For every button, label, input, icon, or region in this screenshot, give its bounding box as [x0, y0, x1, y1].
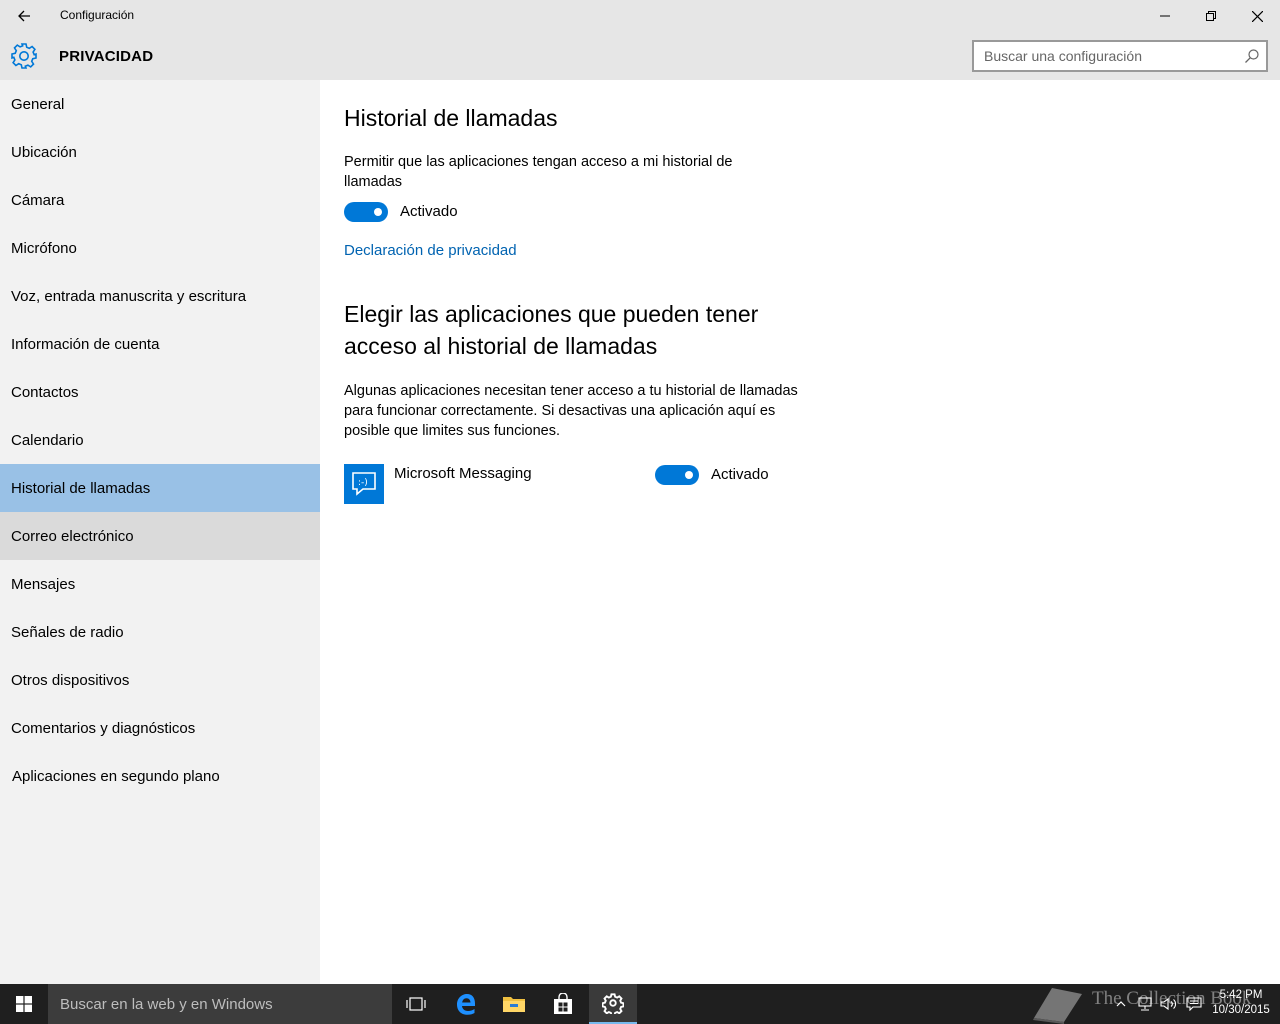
sidebar-item-ubicacion[interactable]: Ubicación	[0, 128, 320, 176]
folder-icon	[503, 997, 525, 1012]
call-history-toggle-label: Activado	[400, 203, 458, 220]
action-center-button[interactable]	[1183, 984, 1205, 1024]
file-explorer-button[interactable]	[490, 984, 538, 1024]
call-history-toggle[interactable]	[344, 202, 388, 222]
sidebar-item-label: Historial de llamadas	[11, 479, 151, 497]
close-button[interactable]	[1234, 0, 1280, 32]
taskbar-clock[interactable]: 5:42 PM 10/30/2015	[1208, 988, 1274, 1018]
restore-icon	[1206, 11, 1216, 21]
clock-date: 10/30/2015	[1212, 1004, 1270, 1016]
app-name: Microsoft Messaging	[394, 465, 532, 482]
sidebar-item-label: Ubicación	[11, 143, 77, 161]
gear-icon	[11, 43, 37, 69]
store-icon	[554, 993, 572, 1014]
sidebar-item-general[interactable]: General	[0, 80, 320, 128]
sidebar-item-informacion-cuenta[interactable]: Información de cuenta	[0, 320, 320, 368]
close-icon	[1251, 10, 1263, 22]
sidebar-item-label: Mensajes	[11, 575, 76, 593]
page-header: PRIVACIDAD	[0, 32, 1280, 80]
privacy-statement-link[interactable]: Declaración de privacidad	[344, 242, 517, 259]
sidebar-item-label: Señales de radio	[11, 623, 124, 641]
network-button[interactable]	[1134, 984, 1156, 1024]
edge-icon	[457, 994, 475, 1015]
sidebar-item-label: General	[11, 95, 65, 113]
taskbar: Buscar en la web y en Windows The Collec…	[0, 984, 1280, 1024]
start-button[interactable]	[0, 984, 48, 1024]
sidebar-item-voz[interactable]: Voz, entrada manuscrita y escritura	[0, 272, 320, 320]
settings-search-box[interactable]	[972, 40, 1268, 72]
taskbar-search-box[interactable]: Buscar en la web y en Windows	[48, 984, 392, 1024]
choose-apps-heading: Elegir las aplicaciones que pueden tener…	[344, 301, 759, 359]
sidebar-item-label: Calendario	[11, 431, 84, 449]
minimize-button[interactable]	[1142, 0, 1188, 32]
settings-gear-icon	[602, 993, 624, 1014]
sidebar-item-label: Otros dispositivos	[11, 671, 130, 689]
sidebar-item-label: Cámara	[11, 191, 65, 209]
settings-search-input[interactable]	[974, 42, 1234, 70]
sidebar-nav: General Ubicación Cámara Micrófono Voz, …	[0, 80, 320, 984]
page-title: Historial de llamadas	[344, 105, 558, 131]
minimize-icon	[1160, 15, 1170, 17]
sidebar-item-mensajes[interactable]: Mensajes	[0, 560, 320, 608]
back-arrow-icon	[18, 10, 30, 22]
volume-button[interactable]	[1158, 984, 1180, 1024]
sidebar-item-label: Aplicaciones en segundo plano	[12, 767, 220, 785]
store-button[interactable]	[539, 984, 587, 1024]
sidebar-item-senales-radio[interactable]: Señales de radio	[0, 608, 320, 656]
sidebar-item-calendario[interactable]: Calendario	[0, 416, 320, 464]
sidebar-item-comentarios[interactable]: Comentarios y diagnósticos	[0, 704, 320, 752]
restore-button[interactable]	[1188, 0, 1234, 32]
task-view-icon	[406, 997, 426, 1011]
network-icon	[1138, 997, 1152, 1011]
microsoft-messaging-toggle-label: Activado	[711, 466, 769, 483]
sidebar-item-label: Micrófono	[11, 239, 77, 257]
choose-apps-description: Algunas aplicaciones necesitan tener acc…	[344, 383, 798, 439]
sidebar-item-microfono[interactable]: Micrófono	[0, 224, 320, 272]
sidebar-item-label: Información de cuenta	[11, 335, 160, 353]
settings-taskbar-button[interactable]	[589, 984, 637, 1024]
search-icon[interactable]	[1244, 48, 1260, 64]
notification-icon	[1186, 997, 1202, 1011]
sidebar-item-historial-llamadas[interactable]: Historial de llamadas	[0, 464, 320, 512]
sidebar-item-label: Correo electrónico	[11, 527, 134, 545]
sidebar-item-camara[interactable]: Cámara	[0, 176, 320, 224]
section-title: PRIVACIDAD	[59, 48, 154, 65]
sidebar-item-segundo-plano[interactable]: Aplicaciones en segundo plano	[0, 752, 320, 800]
back-button[interactable]	[8, 0, 40, 32]
title-bar: Configuración	[0, 0, 1280, 32]
sidebar-item-label: Contactos	[11, 383, 79, 401]
allow-access-description: Permitir que las aplicaciones tengan acc…	[344, 154, 733, 190]
edge-button[interactable]	[442, 984, 490, 1024]
svg-text::-): :-)	[358, 478, 368, 488]
sidebar-item-label: Voz, entrada manuscrita y escritura	[11, 287, 247, 305]
windows-logo-icon	[16, 996, 32, 1012]
clock-time: 5:42 PM	[1219, 989, 1263, 1001]
task-view-button[interactable]	[392, 984, 440, 1024]
chevron-up-icon	[1116, 1001, 1126, 1007]
taskbar-search-text: Buscar en la web y en Windows	[60, 996, 273, 1013]
volume-icon	[1160, 997, 1176, 1011]
book-logo-icon	[1033, 988, 1082, 1024]
main-content: Historial de llamadas Permitir que las a…	[320, 80, 1280, 984]
show-hidden-icons-button[interactable]	[1112, 984, 1130, 1024]
sidebar-item-otros-dispositivos[interactable]: Otros dispositivos	[0, 656, 320, 704]
sidebar-item-correo[interactable]: Correo electrónico	[0, 512, 320, 560]
sidebar-item-contactos[interactable]: Contactos	[0, 368, 320, 416]
microsoft-messaging-toggle[interactable]	[655, 465, 699, 485]
sidebar-item-label: Comentarios y diagnósticos	[11, 719, 196, 737]
messaging-icon: :-)	[344, 464, 384, 504]
window-title: Configuración	[60, 8, 135, 22]
